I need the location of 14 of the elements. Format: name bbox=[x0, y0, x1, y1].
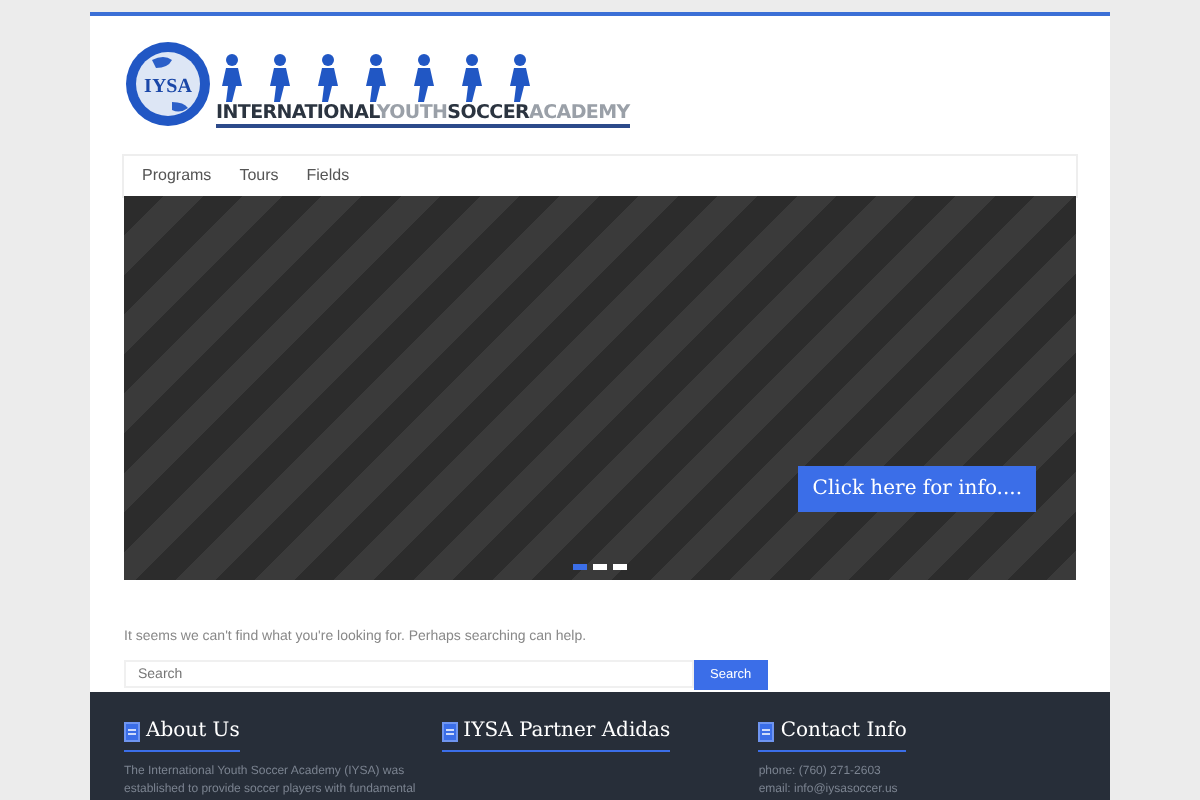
slide-indicator[interactable] bbox=[613, 563, 627, 569]
nav-link[interactable]: Fields bbox=[292, 164, 364, 188]
slide-indicator[interactable] bbox=[593, 563, 607, 569]
nav-link[interactable]: Tours bbox=[225, 164, 293, 188]
footer-heading: Contact Info bbox=[780, 718, 907, 746]
logo-label: IYSA bbox=[144, 76, 192, 98]
info-button[interactable]: Click here for info.... bbox=[798, 465, 1036, 511]
document-icon bbox=[758, 721, 775, 741]
footer-heading: About Us bbox=[146, 718, 240, 746]
logo-text: INTERNATIONALYOUTHSOCCERACADEMY bbox=[216, 103, 630, 128]
document-icon bbox=[124, 721, 140, 741]
footer-heading: IYSA Partner Adidas bbox=[463, 718, 671, 746]
document-icon bbox=[441, 721, 458, 741]
nav-link[interactable]: Programs bbox=[128, 164, 226, 188]
